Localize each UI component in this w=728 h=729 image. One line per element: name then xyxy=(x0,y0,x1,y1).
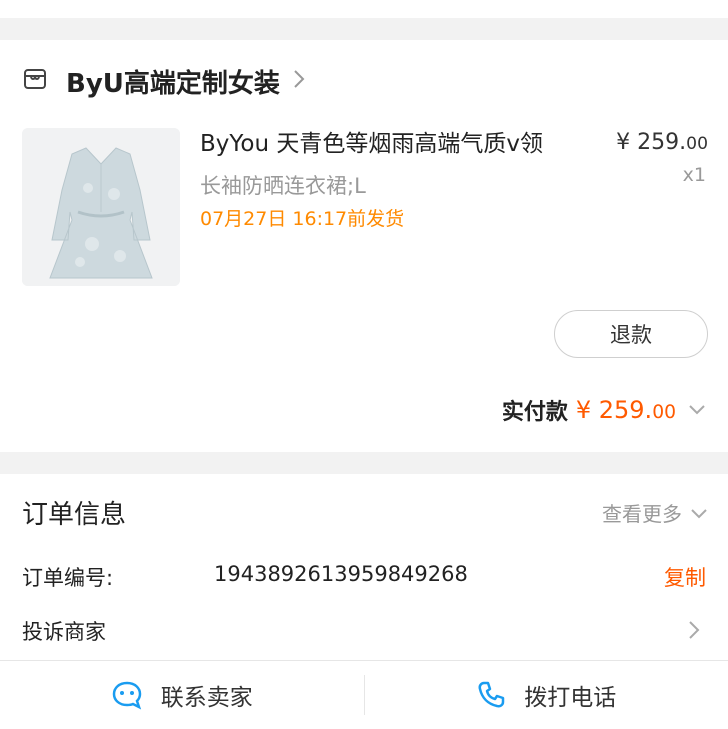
order-number-value: 1943892613959849268 xyxy=(214,562,468,586)
bottom-action-bar: 联系卖家 拨打电话 xyxy=(0,660,728,729)
product-title[interactable]: ByYou 天青色等烟雨高端气质v领 xyxy=(200,128,590,160)
phone-icon xyxy=(476,680,506,710)
product-quantity: x1 xyxy=(683,164,706,186)
view-more-button[interactable]: 查看更多 xyxy=(602,498,708,527)
contact-seller-label: 联系卖家 xyxy=(161,678,253,712)
complain-merchant-link[interactable]: 投诉商家 xyxy=(22,616,106,646)
chat-bubble-icon xyxy=(111,680,143,710)
shop-name: ByU高端定制女装 xyxy=(66,63,280,100)
store-icon xyxy=(22,66,48,96)
call-label: 拨打电话 xyxy=(524,678,616,712)
chevron-right-icon xyxy=(292,68,306,94)
call-button[interactable]: 拨打电话 xyxy=(365,661,728,729)
product-price: ¥ 259.00 xyxy=(616,130,708,155)
ship-deadline: 07月27日 16:17前发货 xyxy=(200,204,404,231)
copy-button[interactable]: 复制 xyxy=(664,562,706,592)
shop-header[interactable]: ByU高端定制女装 xyxy=(22,64,306,98)
shop-card: ByU高端定制女装 ByYou 天青色等烟雨高端气质v领 长袖防晒连衣裙;L 0… xyxy=(0,40,728,452)
product-sku: 长袖防晒连衣裙;L xyxy=(200,170,366,200)
chevron-down-icon xyxy=(690,501,708,525)
previous-card xyxy=(0,0,728,18)
chevron-right-icon[interactable] xyxy=(688,620,700,644)
contact-seller-button[interactable]: 联系卖家 xyxy=(0,661,364,729)
paid-amount: ¥ 259.00 xyxy=(576,396,676,424)
refund-button[interactable]: 退款 xyxy=(554,310,708,358)
order-info-title: 订单信息 xyxy=(22,494,126,531)
product-image[interactable] xyxy=(22,128,180,286)
order-number-label: 订单编号: xyxy=(22,562,113,592)
view-more-label: 查看更多 xyxy=(602,498,682,527)
chevron-down-icon xyxy=(688,401,706,420)
paid-amount-row[interactable]: 实付款 ¥ 259.00 xyxy=(502,394,706,426)
paid-label: 实付款 xyxy=(502,394,568,426)
